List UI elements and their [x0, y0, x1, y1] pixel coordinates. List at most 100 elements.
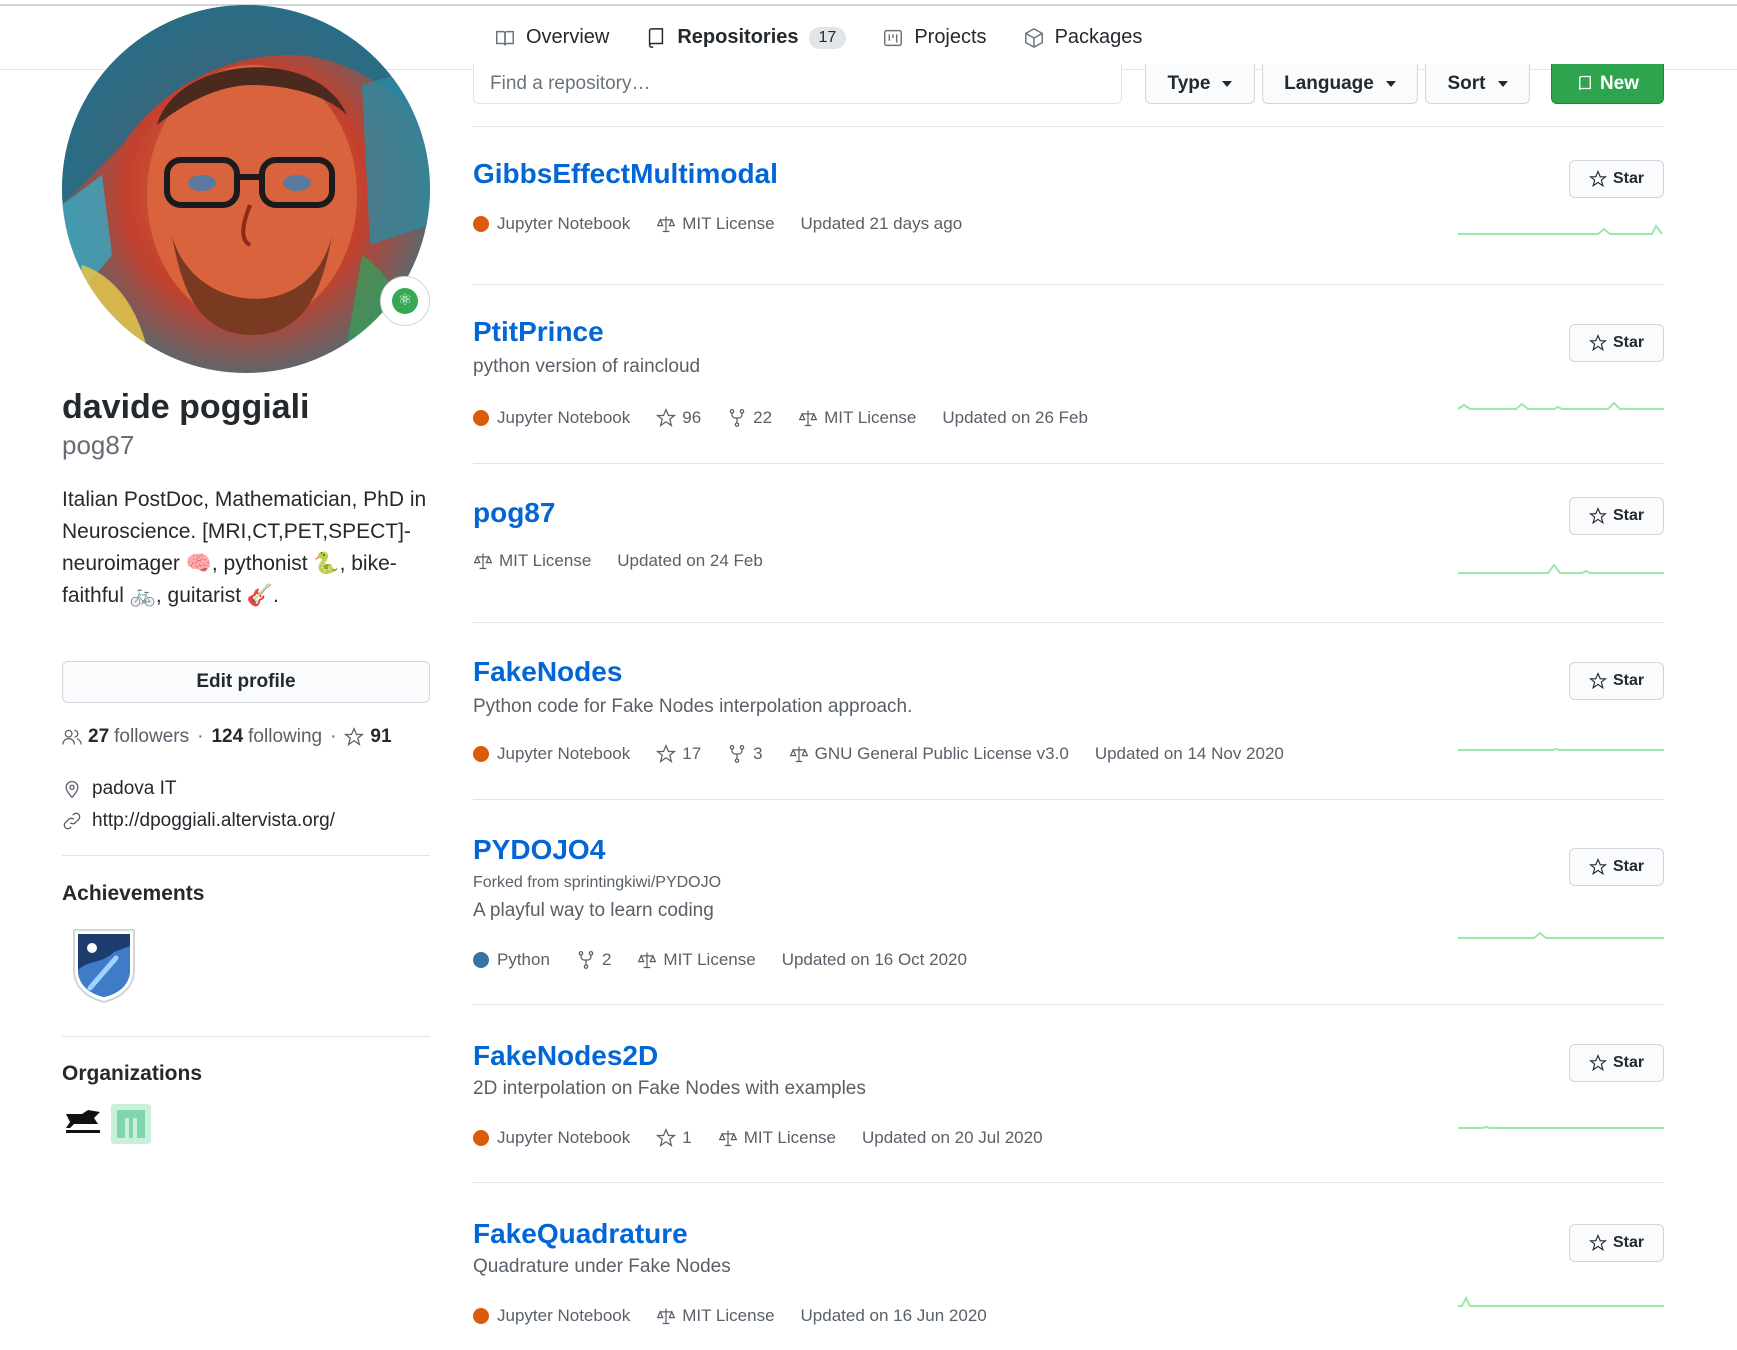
tab-overview[interactable]: Overview: [476, 6, 627, 69]
language-color-dot: [473, 216, 489, 232]
language-dropdown[interactable]: Language: [1262, 64, 1418, 104]
language-label: Jupyter Notebook: [497, 744, 631, 763]
language-color-dot: [473, 1130, 489, 1146]
star-label: Star: [1612, 1234, 1645, 1251]
status-emoji[interactable]: ⚛: [380, 276, 430, 326]
repo-forks-link[interactable]: 22: [727, 408, 772, 428]
caret-down-icon: [1497, 80, 1508, 87]
repo-name-link[interactable]: PtitPrince: [473, 316, 604, 348]
star-icon: [1588, 672, 1607, 690]
repo-divider: [473, 284, 1664, 285]
repo-description: python version of raincloud: [473, 356, 701, 377]
sort-label: Sort: [1447, 72, 1486, 94]
license-label: MIT License: [682, 1306, 775, 1325]
star-icon: [656, 1128, 677, 1147]
achievement-badge[interactable]: [70, 924, 138, 1004]
scale-icon: [789, 746, 808, 763]
repo-forks-link[interactable]: 2: [576, 950, 611, 970]
following-count: 124: [211, 726, 244, 747]
fork-source[interactable]: Forked from sprintingkiwi/PYDOJO: [473, 874, 1664, 892]
language-color-dot: [473, 410, 489, 426]
repo-name-link[interactable]: FakeQuadrature: [473, 1218, 688, 1250]
followers-link[interactable]: 27 followers: [88, 726, 189, 748]
repo-divider: [473, 463, 1664, 464]
star-icon: [1588, 334, 1607, 352]
type-label: Type: [1167, 72, 1211, 94]
star-button[interactable]: Star: [1569, 160, 1664, 198]
tab-label: Packages: [1054, 26, 1143, 48]
stars-link[interactable]: 91: [344, 726, 396, 748]
tab-projects[interactable]: Projects: [864, 6, 1004, 69]
repo-name-link[interactable]: FakeNodes2D: [473, 1040, 658, 1072]
language-label: Language: [1284, 72, 1374, 94]
repo-language: Jupyter Notebook: [473, 408, 630, 428]
repo-name-link[interactable]: GibbsEffectMultimodal: [473, 158, 778, 190]
repo-item: PtitPrince Star python version of raincl…: [473, 316, 1664, 461]
repo-divider: [473, 1004, 1664, 1005]
fork-icon: [578, 951, 594, 969]
star-button[interactable]: Star: [1569, 1044, 1664, 1082]
repo-stars-link[interactable]: 96: [656, 408, 701, 428]
repo-license: MIT License: [798, 408, 916, 428]
star-button[interactable]: Star: [1569, 497, 1664, 535]
caret-down-icon: [1385, 80, 1396, 87]
stars-count: 1: [682, 1128, 692, 1147]
website-link[interactable]: http://dpoggiali.altervista.org/: [92, 810, 335, 832]
star-label: Star: [1612, 334, 1645, 351]
language-color-dot: [473, 1308, 489, 1324]
repo-description: 2D interpolation on Fake Nodes with exam…: [473, 1078, 866, 1099]
search-input[interactable]: Find a repository…: [473, 64, 1122, 104]
repo-item: FakeNodes Star Python code for Fake Node…: [473, 656, 1664, 796]
repo-language: Jupyter Notebook: [473, 1128, 630, 1148]
new-repo-button[interactable]: New: [1551, 64, 1664, 104]
repo-language: Jupyter Notebook: [473, 214, 630, 234]
location: padova IT: [62, 778, 177, 800]
repo-name-link[interactable]: PYDOJO4: [473, 834, 605, 866]
edit-profile-button[interactable]: Edit profile: [62, 661, 430, 703]
sort-dropdown[interactable]: Sort: [1425, 64, 1530, 104]
star-icon: [656, 408, 677, 427]
repo-name-link[interactable]: pog87: [473, 497, 555, 529]
tab-repositories[interactable]: Repositories 17: [627, 6, 865, 70]
star-button[interactable]: Star: [1569, 1224, 1664, 1262]
star-button[interactable]: Star: [1569, 848, 1664, 886]
repo-stars-link[interactable]: 1: [656, 1128, 692, 1148]
activity-sparkline: [1458, 747, 1664, 751]
divider: [62, 1036, 430, 1037]
license-label: GNU General Public License v3.0: [814, 744, 1069, 763]
star-label: Star: [1612, 858, 1645, 875]
organization-avatar[interactable]: [111, 1104, 151, 1144]
location-text: padova IT: [92, 778, 177, 799]
fork-icon: [729, 409, 745, 427]
star-button[interactable]: Star: [1569, 324, 1664, 362]
avatar[interactable]: [62, 5, 430, 373]
type-dropdown[interactable]: Type: [1145, 64, 1255, 104]
repo-updated: Updated 21 days ago: [800, 214, 963, 233]
website[interactable]: http://dpoggiali.altervista.org/: [62, 810, 335, 832]
repo-description: Python code for Fake Nodes interpolation…: [473, 696, 913, 717]
star-icon: [1588, 1234, 1607, 1252]
tab-packages[interactable]: Packages: [1005, 6, 1161, 69]
scale-icon: [638, 952, 657, 969]
repo-stars-link[interactable]: 17: [656, 744, 701, 764]
repo-updated: Updated on 26 Feb: [942, 408, 1088, 427]
repo-forks-link[interactable]: 3: [727, 744, 763, 764]
separator: ·: [330, 726, 337, 747]
star-icon: [1588, 858, 1607, 876]
activity-sparkline: [1458, 1295, 1664, 1307]
repo-updated: Updated on 16 Oct 2020: [781, 950, 967, 969]
scale-icon: [718, 1130, 737, 1147]
following-link[interactable]: 124 following: [211, 726, 322, 748]
profile-bio: Italian PostDoc, Mathematician, PhD in N…: [62, 488, 427, 607]
star-button[interactable]: Star: [1569, 662, 1664, 700]
repo-meta: MIT License Updated on 24 Feb: [473, 551, 789, 571]
repo-name-link[interactable]: FakeNodes: [473, 656, 622, 688]
book-icon: [496, 30, 514, 45]
organization-avatar[interactable]: [62, 1104, 104, 1136]
language-color-dot: [473, 952, 489, 968]
license-label: MIT License: [743, 1128, 836, 1147]
fork-icon: [729, 745, 745, 763]
forks-count: 22: [753, 408, 773, 427]
followers-label: followers: [114, 726, 190, 747]
atom-icon: ⚛: [392, 288, 418, 314]
